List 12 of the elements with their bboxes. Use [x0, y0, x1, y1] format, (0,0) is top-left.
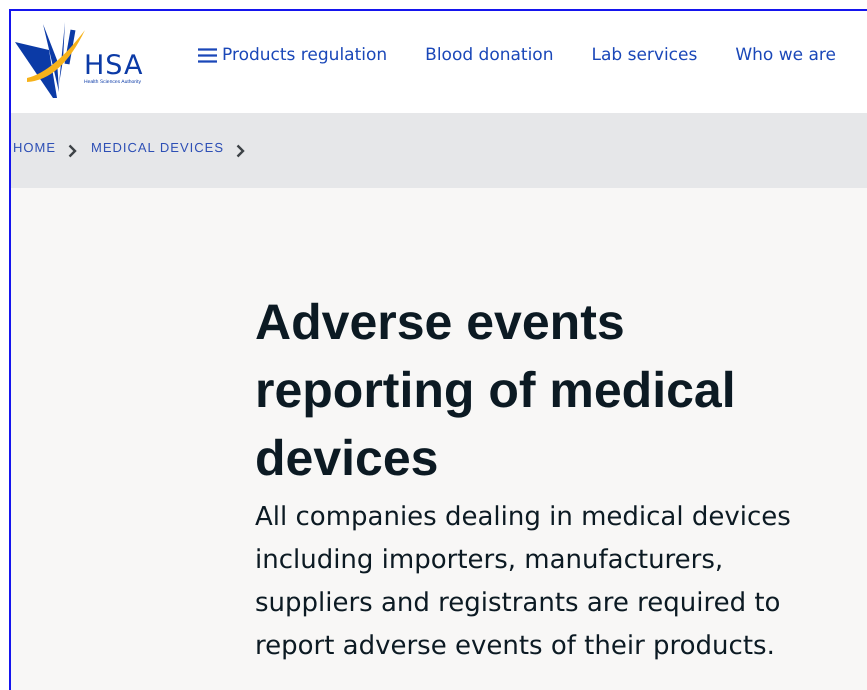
- nav-link[interactable]: Who we are: [735, 45, 836, 65]
- chevron-icon: [236, 144, 245, 158]
- breadcrumb-link[interactable]: HOME: [13, 140, 56, 155]
- menu-icon: [198, 48, 217, 62]
- chevron-icon: [68, 144, 77, 158]
- nav-link[interactable]: Products regulation: [198, 45, 388, 65]
- nav-link[interactable]: Blood donation: [425, 45, 554, 65]
- page-title: Adverse events reporting of medical devices: [255, 293, 737, 488]
- nav-link[interactable]: Lab services: [592, 45, 698, 65]
- logo-wordmark: HSA: [84, 53, 144, 79]
- breadcrumb-link[interactable]: MEDICAL DEVICES: [91, 140, 224, 155]
- intro-paragraph: All companies dealing in medical devices including importers, manufacturers, suppliers and registrants are required to report adverse events of their products.: [255, 501, 792, 663]
